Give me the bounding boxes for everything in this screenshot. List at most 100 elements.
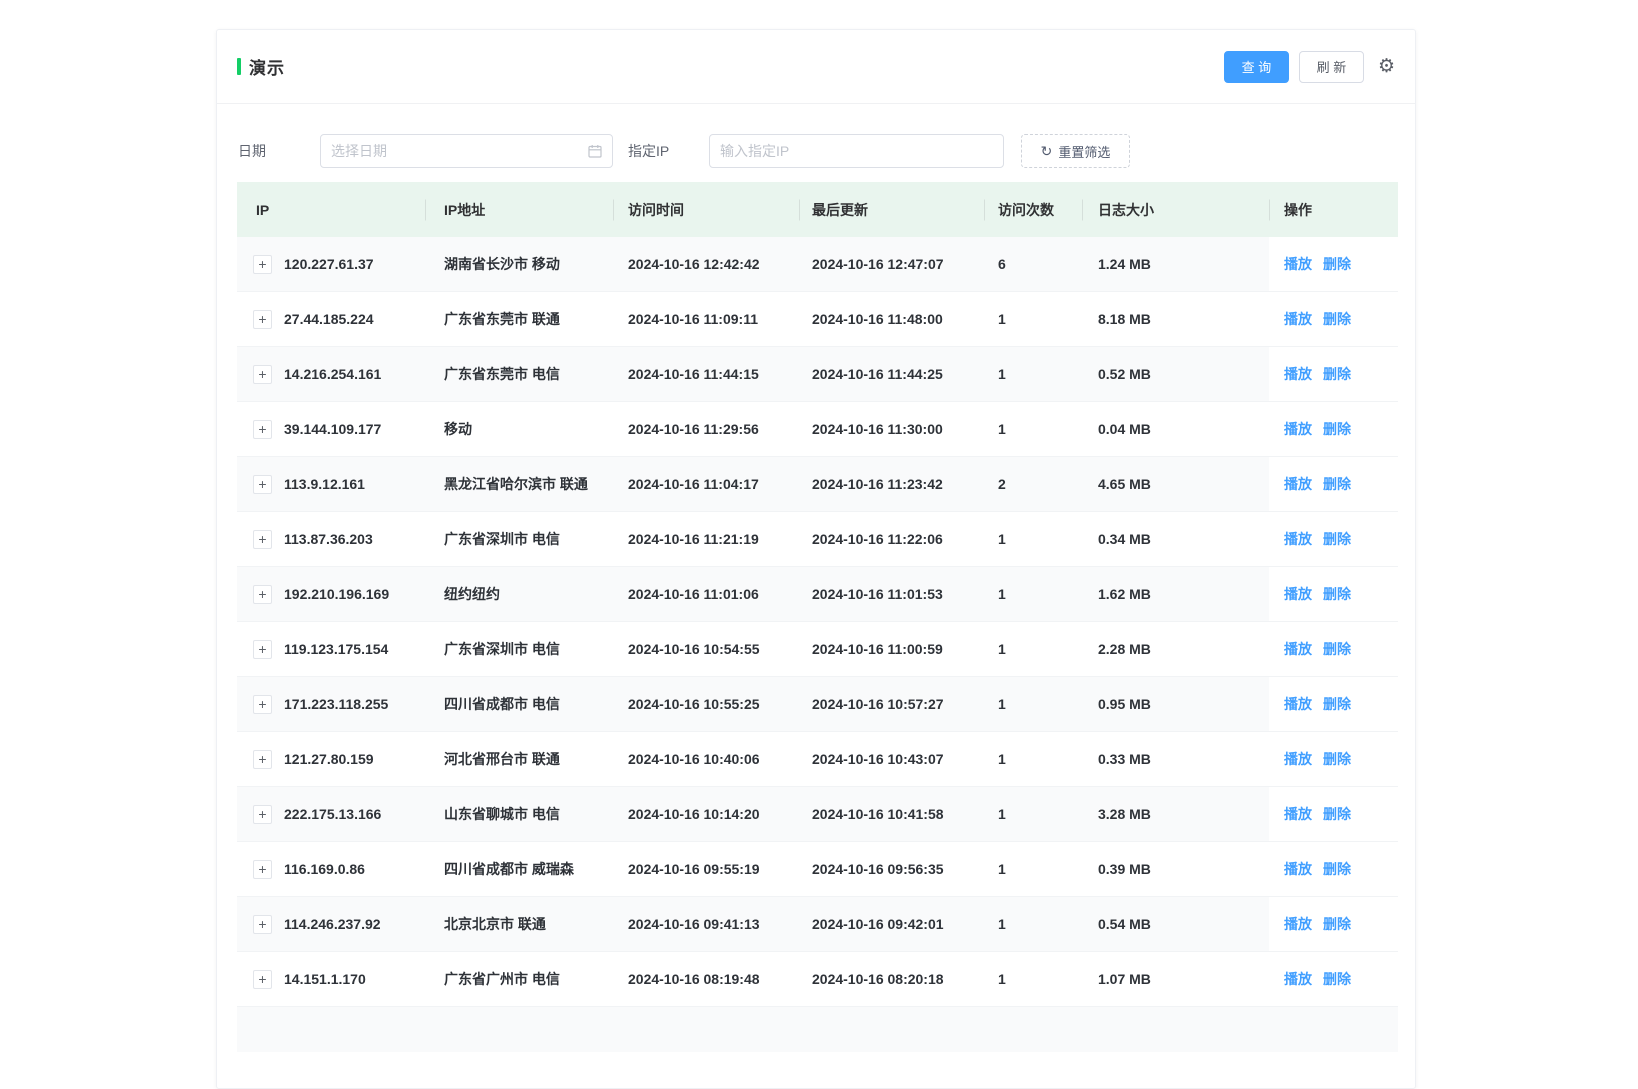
play-link[interactable]: 播放 bbox=[1284, 529, 1312, 549]
ip-value: 119.123.175.154 bbox=[284, 641, 389, 657]
last-update-cell: 2024-10-16 09:56:35 bbox=[812, 861, 944, 877]
delete-link[interactable]: 删除 bbox=[1323, 364, 1351, 384]
visit-time-cell: 2024-10-16 11:21:19 bbox=[628, 531, 759, 547]
table-row: 114.246.237.92 北京北京市 联通 2024-10-16 09:41… bbox=[237, 897, 1398, 952]
table-row: 39.144.109.177 移动 2024-10-16 11:29:56 20… bbox=[237, 402, 1398, 457]
visit-count-cell: 2 bbox=[998, 476, 1006, 492]
date-label: 日期 bbox=[238, 143, 266, 159]
expand-plus-icon[interactable] bbox=[253, 914, 272, 934]
expand-plus-icon[interactable] bbox=[253, 254, 272, 274]
expand-plus-icon[interactable] bbox=[253, 804, 272, 824]
delete-link[interactable]: 删除 bbox=[1323, 749, 1351, 769]
ip-cell: 120.227.61.37 bbox=[237, 237, 425, 291]
delete-link[interactable]: 删除 bbox=[1323, 859, 1351, 879]
play-link[interactable]: 播放 bbox=[1284, 914, 1312, 934]
ip-value: 39.144.109.177 bbox=[284, 421, 382, 437]
expand-plus-icon[interactable] bbox=[253, 309, 272, 329]
ip-value: 14.216.254.161 bbox=[284, 366, 382, 382]
expand-plus-icon[interactable] bbox=[253, 529, 272, 549]
expand-plus-icon[interactable] bbox=[253, 584, 272, 604]
expand-plus-icon[interactable] bbox=[253, 474, 272, 494]
ip-address-cell: 四川省成都市 电信 bbox=[444, 696, 560, 712]
delete-link[interactable]: 删除 bbox=[1323, 914, 1351, 934]
expand-plus-icon[interactable] bbox=[253, 364, 272, 384]
last-update-cell: 2024-10-16 11:44:25 bbox=[812, 366, 943, 382]
last-update-cell: 2024-10-16 12:47:07 bbox=[812, 256, 944, 272]
column-header-visit-time: 访问时间 bbox=[613, 182, 799, 237]
query-button[interactable]: 查 询 bbox=[1223, 50, 1289, 83]
delete-link[interactable]: 删除 bbox=[1323, 694, 1351, 714]
actions-cell: 播放 删除 bbox=[1269, 292, 1398, 346]
column-header-ip: IP bbox=[256, 201, 270, 218]
ip-cell: 14.151.1.170 bbox=[237, 952, 425, 1006]
delete-link[interactable]: 删除 bbox=[1323, 254, 1351, 274]
log-size-cell: 0.33 MB bbox=[1098, 751, 1151, 767]
visit-time-cell: 2024-10-16 11:44:15 bbox=[628, 366, 759, 382]
ip-cell: 121.27.80.159 bbox=[237, 732, 425, 786]
table-row: 192.210.196.169 纽约纽约 2024-10-16 11:01:06… bbox=[237, 567, 1398, 622]
expand-plus-icon[interactable] bbox=[253, 419, 272, 439]
log-size-cell: 3.28 MB bbox=[1098, 806, 1151, 822]
ip-value: 113.9.12.161 bbox=[284, 476, 365, 492]
expand-plus-icon[interactable] bbox=[253, 639, 272, 659]
refresh-button[interactable]: 刷 新 bbox=[1298, 50, 1364, 83]
table-row: 120.227.61.37 湖南省长沙市 移动 2024-10-16 12:42… bbox=[237, 237, 1398, 292]
visit-count-cell: 6 bbox=[998, 256, 1006, 272]
play-link[interactable]: 播放 bbox=[1284, 804, 1312, 824]
visit-time-cell: 2024-10-16 09:55:19 bbox=[628, 861, 760, 877]
ip-value: 114.246.237.92 bbox=[284, 916, 381, 932]
ip-address-cell: 广东省广州市 电信 bbox=[444, 971, 560, 987]
delete-link[interactable]: 删除 bbox=[1323, 639, 1351, 659]
log-size-cell: 2.28 MB bbox=[1098, 641, 1151, 657]
table-row: 113.9.12.161 黑龙江省哈尔滨市 联通 2024-10-16 11:0… bbox=[237, 457, 1398, 512]
expand-plus-icon[interactable] bbox=[253, 694, 272, 714]
delete-link[interactable]: 删除 bbox=[1323, 584, 1351, 604]
ip-cell: 14.216.254.161 bbox=[237, 347, 425, 401]
actions-cell: 播放 删除 bbox=[1269, 567, 1398, 621]
visit-time-cell: 2024-10-16 12:42:42 bbox=[628, 256, 760, 272]
delete-link[interactable]: 删除 bbox=[1323, 969, 1351, 989]
visit-count-cell: 1 bbox=[998, 696, 1006, 712]
column-header-ip-address: IP地址 bbox=[425, 182, 613, 237]
play-link[interactable]: 播放 bbox=[1284, 419, 1312, 439]
play-link[interactable]: 播放 bbox=[1284, 639, 1312, 659]
ip-cell: 113.87.36.203 bbox=[237, 512, 425, 566]
visit-count-cell: 1 bbox=[998, 421, 1006, 437]
expand-plus-icon[interactable] bbox=[253, 859, 272, 879]
date-input[interactable] bbox=[331, 143, 580, 159]
expand-plus-icon[interactable] bbox=[253, 969, 272, 989]
ip-cell: 116.169.0.86 bbox=[237, 842, 425, 896]
reset-filter-button[interactable]: 重置筛选 bbox=[1021, 134, 1130, 168]
delete-link[interactable]: 删除 bbox=[1323, 419, 1351, 439]
ip-input[interactable] bbox=[720, 143, 993, 159]
play-link[interactable]: 播放 bbox=[1284, 584, 1312, 604]
log-size-cell: 1.24 MB bbox=[1098, 256, 1151, 272]
play-link[interactable]: 播放 bbox=[1284, 364, 1312, 384]
actions-cell: 播放 删除 bbox=[1269, 402, 1398, 456]
table-row: 14.216.254.161 广东省东莞市 电信 2024-10-16 11:4… bbox=[237, 347, 1398, 402]
play-link[interactable]: 播放 bbox=[1284, 859, 1312, 879]
ip-address-cell: 移动 bbox=[444, 421, 472, 437]
expand-plus-icon[interactable] bbox=[253, 749, 272, 769]
table-body: 120.227.61.37 湖南省长沙市 移动 2024-10-16 12:42… bbox=[237, 237, 1398, 1007]
visit-time-cell: 2024-10-16 11:09:11 bbox=[628, 311, 758, 327]
delete-link[interactable]: 删除 bbox=[1323, 474, 1351, 494]
delete-link[interactable]: 删除 bbox=[1323, 309, 1351, 329]
play-link[interactable]: 播放 bbox=[1284, 969, 1312, 989]
ip-value: 113.87.36.203 bbox=[284, 531, 373, 547]
play-link[interactable]: 播放 bbox=[1284, 254, 1312, 274]
last-update-cell: 2024-10-16 10:43:07 bbox=[812, 751, 944, 767]
last-update-cell: 2024-10-16 09:42:01 bbox=[812, 916, 944, 932]
log-size-cell: 0.52 MB bbox=[1098, 366, 1151, 382]
play-link[interactable]: 播放 bbox=[1284, 749, 1312, 769]
visit-time-cell: 2024-10-16 10:40:06 bbox=[628, 751, 760, 767]
date-picker[interactable] bbox=[320, 134, 613, 168]
delete-link[interactable]: 删除 bbox=[1323, 804, 1351, 824]
play-link[interactable]: 播放 bbox=[1284, 474, 1312, 494]
delete-link[interactable]: 删除 bbox=[1323, 529, 1351, 549]
play-link[interactable]: 播放 bbox=[1284, 309, 1312, 329]
play-link[interactable]: 播放 bbox=[1284, 694, 1312, 714]
header-actions: 查 询 刷 新 bbox=[1223, 50, 1395, 83]
gear-icon[interactable] bbox=[1378, 57, 1395, 76]
ip-filter[interactable] bbox=[709, 134, 1004, 168]
